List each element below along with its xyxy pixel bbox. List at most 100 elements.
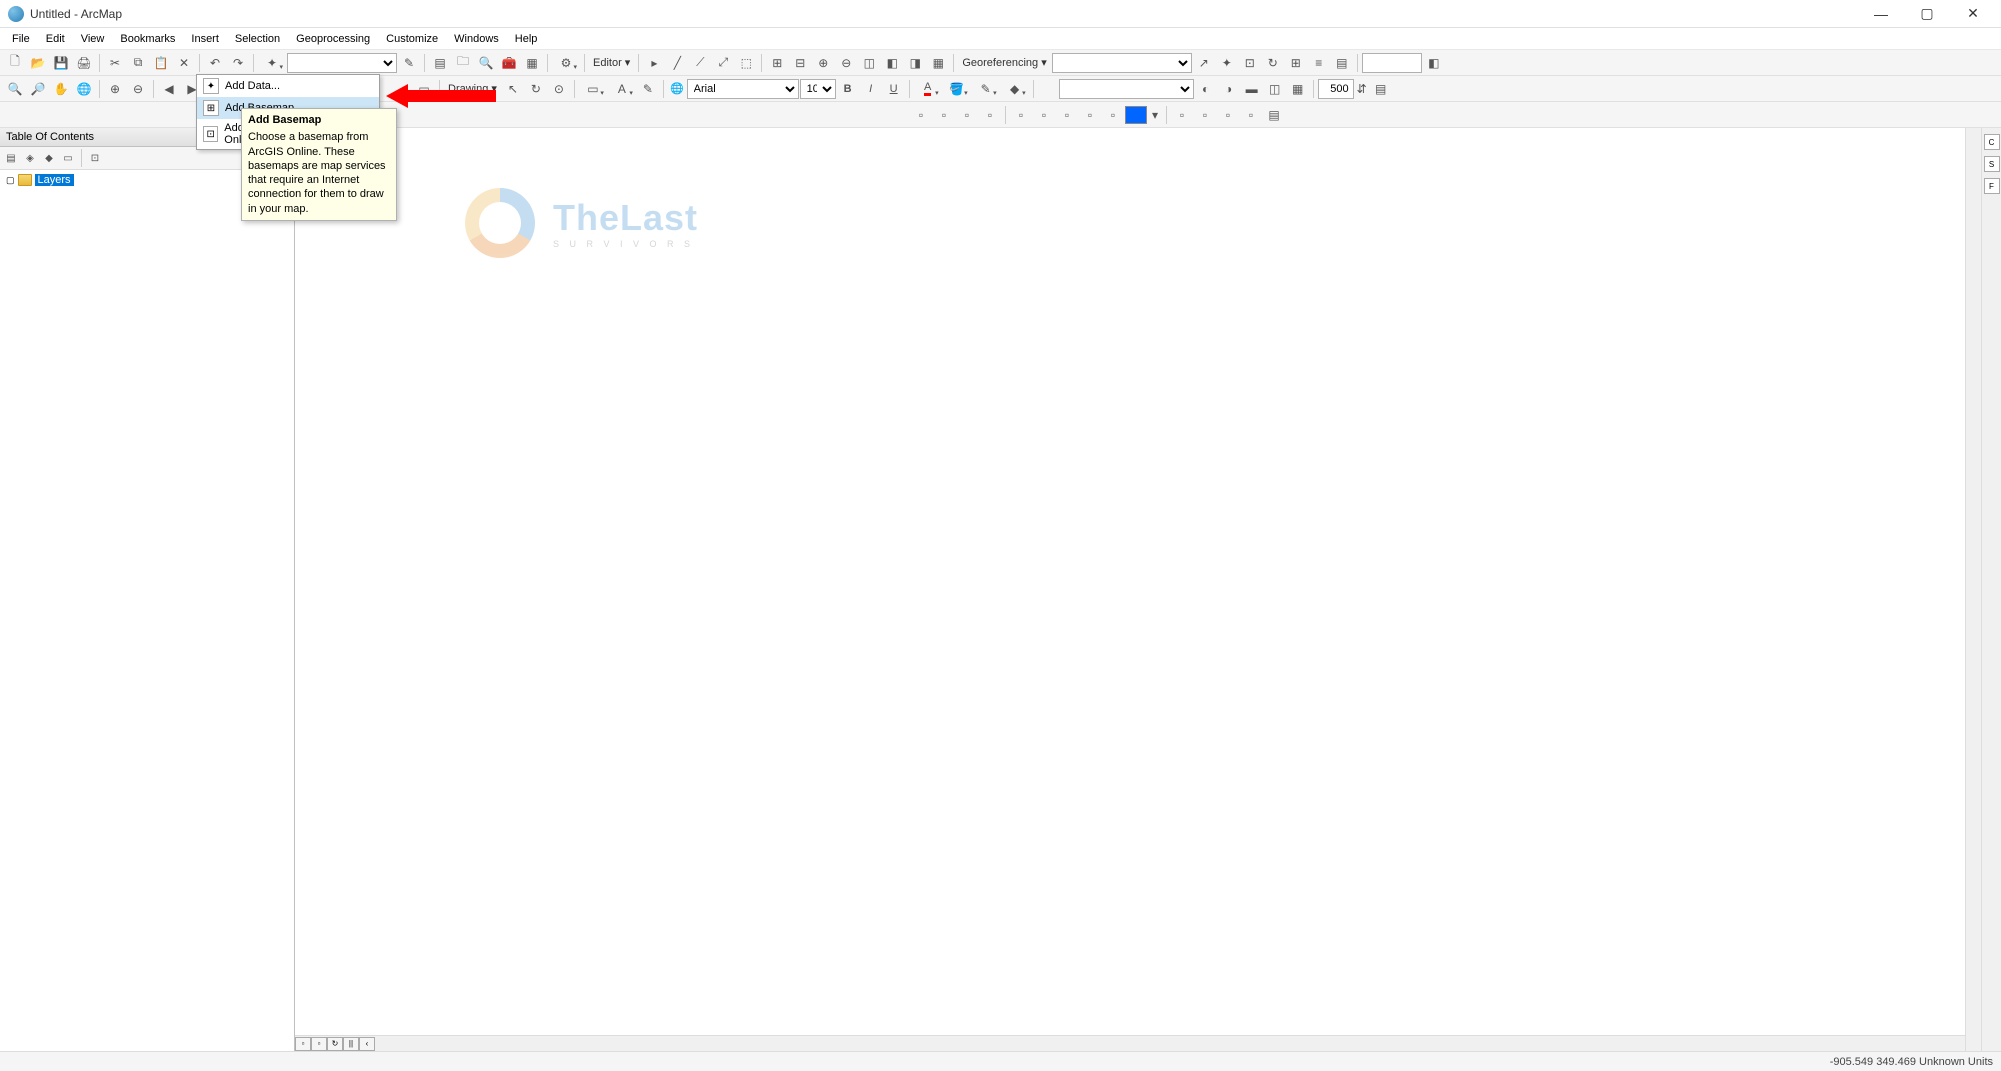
toc-list-by-selection[interactable]: ▭ bbox=[59, 149, 77, 167]
scale-select[interactable] bbox=[287, 53, 397, 73]
edit-tool-button[interactable]: ✎ bbox=[398, 52, 420, 74]
extra-13[interactable]: ▫ bbox=[1240, 104, 1262, 126]
maximize-button[interactable]: ▢ bbox=[1913, 4, 1941, 24]
stepper-buttons[interactable]: ⇵ bbox=[1355, 78, 1369, 100]
extra-14[interactable]: ▤ bbox=[1263, 104, 1285, 126]
georef-tool-2[interactable]: ✦ bbox=[1216, 52, 1238, 74]
toc-list-by-source[interactable]: ◈ bbox=[21, 149, 39, 167]
tool-d[interactable]: ◫ bbox=[1264, 78, 1286, 100]
create-features-tab[interactable]: F bbox=[1984, 178, 2000, 194]
tool-a[interactable]: ◐ bbox=[1195, 78, 1217, 100]
paste-button[interactable]: 📋 bbox=[150, 52, 172, 74]
new-button[interactable]: 🗋 bbox=[4, 52, 26, 74]
georef-layer-select[interactable] bbox=[1052, 53, 1192, 73]
extra-4[interactable]: ▫ bbox=[979, 104, 1001, 126]
georef-tool-4[interactable]: ↻ bbox=[1262, 52, 1284, 74]
underline-button[interactable]: U bbox=[883, 78, 905, 100]
model-builder-button[interactable]: ⚙ bbox=[552, 52, 580, 74]
extra-12[interactable]: ▫ bbox=[1217, 104, 1239, 126]
extra-2[interactable]: ▫ bbox=[933, 104, 955, 126]
add-data-button[interactable]: ✦ bbox=[258, 52, 286, 74]
rotate-button[interactable]: ↻ bbox=[525, 78, 547, 100]
menu-bookmarks[interactable]: Bookmarks bbox=[112, 31, 183, 47]
tool-e[interactable]: ▦ bbox=[1287, 78, 1309, 100]
extra-11[interactable]: ▫ bbox=[1194, 104, 1216, 126]
fixed-zoom-out-button[interactable]: ⊖ bbox=[127, 78, 149, 100]
georef-tool-7[interactable]: ▤ bbox=[1331, 52, 1353, 74]
edit-tool-5[interactable]: ⊞ bbox=[766, 52, 788, 74]
color-dropdown[interactable]: ▾ bbox=[1148, 104, 1162, 126]
zoom-out-button[interactable]: 🔎 bbox=[27, 78, 49, 100]
scroll-left-button[interactable]: ‹ bbox=[359, 1037, 375, 1051]
map-canvas[interactable]: TheLast S U R V I V O R S ▫ ▫ ↻ || ‹ bbox=[295, 128, 1981, 1051]
bold-button[interactable]: B bbox=[837, 78, 859, 100]
save-button[interactable]: 💾 bbox=[50, 52, 72, 74]
edit-tool-2[interactable]: ⟋ bbox=[689, 52, 711, 74]
zoom-control-button[interactable]: ⊙ bbox=[548, 78, 570, 100]
zoom-in-button[interactable]: 🔍 bbox=[4, 78, 26, 100]
menu-geoprocessing[interactable]: Geoprocessing bbox=[288, 31, 378, 47]
font-select[interactable]: Arial bbox=[687, 79, 799, 99]
copy-button[interactable]: ⧉ bbox=[127, 52, 149, 74]
menu-customize[interactable]: Customize bbox=[378, 31, 446, 47]
edit-tool-10[interactable]: ◧ bbox=[881, 52, 903, 74]
extra-1[interactable]: ▫ bbox=[910, 104, 932, 126]
edit-tool-1[interactable]: ╱ bbox=[666, 52, 688, 74]
edit-vertices-button[interactable]: ✎ bbox=[637, 78, 659, 100]
vertical-scrollbar[interactable] bbox=[1965, 128, 1981, 1051]
italic-button[interactable]: I bbox=[860, 78, 882, 100]
full-extent-button[interactable]: 🌐 bbox=[73, 78, 95, 100]
tool-b[interactable]: ◑ bbox=[1218, 78, 1240, 100]
edit-tool-12[interactable]: ▦ bbox=[927, 52, 949, 74]
menu-insert[interactable]: Insert bbox=[183, 31, 227, 47]
pause-button[interactable]: || bbox=[343, 1037, 359, 1051]
rectangle-button[interactable]: ▭ bbox=[579, 78, 607, 100]
catalog-button[interactable]: 🗀 bbox=[452, 52, 474, 74]
table-of-contents-button[interactable]: ▤ bbox=[429, 52, 451, 74]
color-swatch-blue[interactable] bbox=[1125, 106, 1147, 124]
extra-10[interactable]: ▫ bbox=[1171, 104, 1193, 126]
edit-pointer-button[interactable]: ▸ bbox=[643, 52, 665, 74]
menu-file[interactable]: File bbox=[4, 31, 38, 47]
font-color-button[interactable]: A bbox=[914, 78, 942, 100]
toc-options[interactable]: ⊡ bbox=[86, 149, 104, 167]
tool-f[interactable]: ▤ bbox=[1370, 78, 1392, 100]
marker-color-button[interactable]: ◆ bbox=[1001, 78, 1029, 100]
menu-windows[interactable]: Windows bbox=[446, 31, 507, 47]
symbol-select[interactable] bbox=[1059, 79, 1194, 99]
toc-list-by-drawing-order[interactable]: ▤ bbox=[2, 149, 20, 167]
georef-input[interactable] bbox=[1362, 53, 1422, 73]
python-button[interactable]: ▦ bbox=[521, 52, 543, 74]
catalog-tab[interactable]: C bbox=[1984, 134, 2000, 150]
georef-tool-8[interactable]: ◧ bbox=[1423, 52, 1445, 74]
close-button[interactable]: ✕ bbox=[1959, 4, 1987, 24]
fill-color-button[interactable]: 🪣 bbox=[943, 78, 971, 100]
tree-expand-icon[interactable]: ▢ bbox=[6, 175, 15, 186]
search-tab[interactable]: S bbox=[1984, 156, 2000, 172]
dropdown-add-data[interactable]: ✦ Add Data... bbox=[197, 75, 379, 97]
georef-tool-1[interactable]: ↗ bbox=[1193, 52, 1215, 74]
extra-7[interactable]: ▫ bbox=[1056, 104, 1078, 126]
font-size-select[interactable]: 10 bbox=[800, 79, 836, 99]
data-view-tab[interactable]: ▫ bbox=[295, 1037, 311, 1051]
back-extent-button[interactable]: ◀ bbox=[158, 78, 180, 100]
cut-button[interactable]: ✂ bbox=[104, 52, 126, 74]
minimize-button[interactable]: — bbox=[1867, 4, 1895, 24]
georef-tool-6[interactable]: ≡ bbox=[1308, 52, 1330, 74]
menu-selection[interactable]: Selection bbox=[227, 31, 288, 47]
select-elements-button[interactable]: ↖ bbox=[502, 78, 524, 100]
print-button[interactable]: 🖨 bbox=[73, 52, 95, 74]
toc-list-by-visibility[interactable]: ◆ bbox=[40, 149, 58, 167]
open-button[interactable]: 📂 bbox=[27, 52, 49, 74]
fixed-zoom-in-button[interactable]: ⊕ bbox=[104, 78, 126, 100]
undo-button[interactable]: ↶ bbox=[204, 52, 226, 74]
edit-tool-11[interactable]: ◨ bbox=[904, 52, 926, 74]
tool-c[interactable]: ▬ bbox=[1241, 78, 1263, 100]
editor-dropdown[interactable]: Editor ▾ bbox=[589, 56, 634, 69]
text-button[interactable]: A bbox=[608, 78, 636, 100]
georef-tool-5[interactable]: ⊞ bbox=[1285, 52, 1307, 74]
menu-edit[interactable]: Edit bbox=[38, 31, 73, 47]
pan-button[interactable]: ✋ bbox=[50, 78, 72, 100]
refresh-button[interactable]: ↻ bbox=[327, 1037, 343, 1051]
edit-tool-3[interactable]: ⤢ bbox=[712, 52, 734, 74]
